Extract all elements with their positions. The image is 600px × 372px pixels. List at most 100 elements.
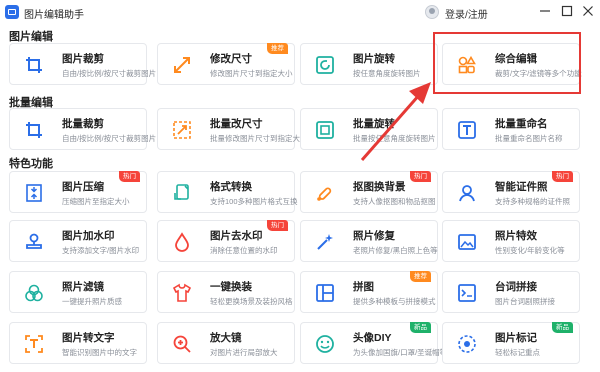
rotate-icon [315, 120, 335, 140]
card-batch-rename[interactable]: 批量重命名 批量重命名图片名称 [442, 108, 580, 150]
card-avatar-diy[interactable]: 头像DIY 为头像加国旗/口罩/圣诞帽等 新品 [300, 322, 447, 364]
card-compress[interactable]: 图片压缩 压缩图片至指定大小 热门 [9, 171, 147, 213]
badge-hot: 热门 [119, 171, 140, 182]
card-name: 格式转换 [210, 181, 252, 193]
smile-icon [315, 334, 335, 354]
badge-hot: 热门 [267, 220, 288, 231]
section-image-edit: 图片编辑 [9, 31, 53, 43]
card-desc: 压缩图片至指定大小 [62, 197, 130, 206]
magnifier-icon [172, 334, 192, 354]
grid-icon [315, 283, 335, 303]
card-desc: 自由/按比例/按尺寸裁剪图片 [62, 134, 157, 143]
card-convert[interactable]: 格式转换 支持100多种图片格式互换 [157, 171, 298, 213]
app-logo-icon [5, 5, 19, 19]
card-magnifier[interactable]: 放大镜 对图片进行局部放大 [157, 322, 295, 364]
card-id-photo[interactable]: 智能证件照 支持多种规格的证件照 热门 [442, 171, 580, 213]
card-desc: 支持人像抠图和物品抠图 [353, 197, 436, 206]
card-name: 图片加水印 [62, 230, 115, 242]
id-photo-icon [457, 183, 477, 203]
close-icon[interactable] [579, 2, 597, 20]
crop-icon [24, 55, 44, 75]
card-name: 图片压缩 [62, 181, 104, 193]
minimize-icon[interactable] [536, 2, 554, 20]
card-name: 批量重命名 [495, 118, 548, 130]
mark-icon [457, 334, 477, 354]
card-desc: 批量按任意角度旋转图片 [353, 134, 436, 143]
card-desc: 对图片进行局部放大 [210, 348, 278, 357]
card-name: 批量旋转 [353, 118, 395, 130]
section-special: 特色功能 [9, 158, 53, 170]
card-crop[interactable]: 图片裁剪 自由/按比例/按尺寸裁剪图片 [9, 43, 156, 85]
cutout-icon [315, 183, 335, 203]
stamp-icon [24, 232, 44, 252]
rotate-icon [315, 55, 335, 75]
card-name: 图片裁剪 [62, 53, 104, 65]
card-photo-filter[interactable]: 照片滤镜 一键提升照片质感 [9, 271, 147, 313]
avatar[interactable] [425, 5, 439, 19]
card-batch-resize[interactable]: 批量改尺寸 批量修改图片尺寸到指定大小 [157, 108, 308, 150]
card-name: 照片滤镜 [62, 281, 104, 293]
maximize-icon[interactable] [558, 2, 576, 20]
card-desc: 自由/按比例/按尺寸裁剪图片 [62, 69, 157, 78]
card-batch-rotate[interactable]: 批量旋转 批量按任意角度旋转图片 [300, 108, 438, 150]
ocr-icon [24, 334, 44, 354]
title-bar: 图片编辑助手 登录/注册 [0, 0, 600, 24]
card-desc: 轻松更换场景及装扮风格 [210, 297, 293, 306]
card-name: 照片特效 [495, 230, 537, 242]
card-ocr[interactable]: 图片转文字 智能识别图片中的文字 [9, 322, 147, 364]
badge-new: 新品 [552, 322, 573, 333]
card-desc: 按任意角度旋转图片 [353, 69, 421, 78]
card-name: 拼图 [353, 281, 374, 293]
card-name: 智能证件照 [495, 181, 548, 193]
card-desc: 批量修改图片尺寸到指定大小 [210, 134, 308, 143]
card-cutout[interactable]: 抠图换背景 支持人像抠图和物品抠图 热门 [300, 171, 438, 213]
card-desc: 一键提升照片质感 [62, 297, 122, 306]
text-icon [457, 120, 477, 140]
badge-hot: 热门 [410, 171, 431, 182]
card-remove-watermark[interactable]: 图片去水印 消除任意位置的水印 热门 [157, 220, 295, 262]
shirt-icon [172, 283, 192, 303]
badge-new: 新品 [410, 322, 431, 333]
card-desc: 支持100多种图片格式互换 [210, 197, 298, 206]
card-desc: 智能识别图片中的文字 [62, 348, 137, 357]
convert-icon [172, 183, 192, 203]
card-desc: 轻松标记重点 [495, 348, 540, 357]
card-name: 抠图换背景 [353, 181, 406, 193]
card-photo-repair[interactable]: 照片修复 老照片修复/黑白照上色等 [300, 220, 438, 262]
compress-icon [24, 183, 44, 203]
card-name: 图片去水印 [210, 230, 263, 242]
card-rotate[interactable]: 图片旋转 按任意角度旋转图片 [300, 43, 438, 85]
card-lines-stitch[interactable]: 台词拼接 图片台词剧照拼接 [442, 271, 580, 313]
card-puzzle[interactable]: 拼图 提供多种模板与拼接模式 推荐 [300, 271, 438, 313]
image-icon [457, 232, 477, 252]
card-name: 图片转文字 [62, 332, 115, 344]
card-desc: 支持添加文字/图片水印 [62, 246, 140, 255]
resize-icon [172, 120, 192, 140]
card-batch-crop[interactable]: 批量裁剪 自由/按比例/按尺寸裁剪图片 [9, 108, 156, 150]
card-image-mark[interactable]: 图片标记 轻松标记重点 新品 [442, 322, 580, 364]
card-photo-effects[interactable]: 照片特效 性别变化/年龄变化等 [442, 220, 580, 262]
magic-wand-icon [315, 232, 335, 252]
card-name: 一键换装 [210, 281, 252, 293]
card-desc: 老照片修复/黑白照上色等 [353, 246, 438, 255]
card-desc: 消除任意位置的水印 [210, 246, 278, 255]
card-name: 台词拼接 [495, 281, 537, 293]
card-resize[interactable]: 修改尺寸 修改图片尺寸到指定大小 推荐 [157, 43, 295, 85]
stitch-icon [457, 283, 477, 303]
card-desc: 为头像加国旗/口罩/圣诞帽等 [353, 348, 448, 357]
filter-icon [24, 283, 44, 303]
drop-icon [172, 232, 192, 252]
card-desc: 提供多种模板与拼接模式 [353, 297, 436, 306]
app-title: 图片编辑助手 [24, 10, 84, 21]
card-name: 照片修复 [353, 230, 395, 242]
card-name: 图片旋转 [353, 53, 395, 65]
card-desc: 批量重命名图片名称 [495, 134, 563, 143]
card-outfit[interactable]: 一键换装 轻松更换场景及装扮风格 [157, 271, 295, 313]
resize-icon [172, 55, 192, 75]
badge-hot: 热门 [552, 171, 573, 182]
login-link[interactable]: 登录/注册 [445, 6, 488, 21]
card-name: 批量裁剪 [62, 118, 104, 130]
highlight-box [433, 32, 581, 94]
card-add-watermark[interactable]: 图片加水印 支持添加文字/图片水印 [9, 220, 147, 262]
crop-icon [24, 120, 44, 140]
